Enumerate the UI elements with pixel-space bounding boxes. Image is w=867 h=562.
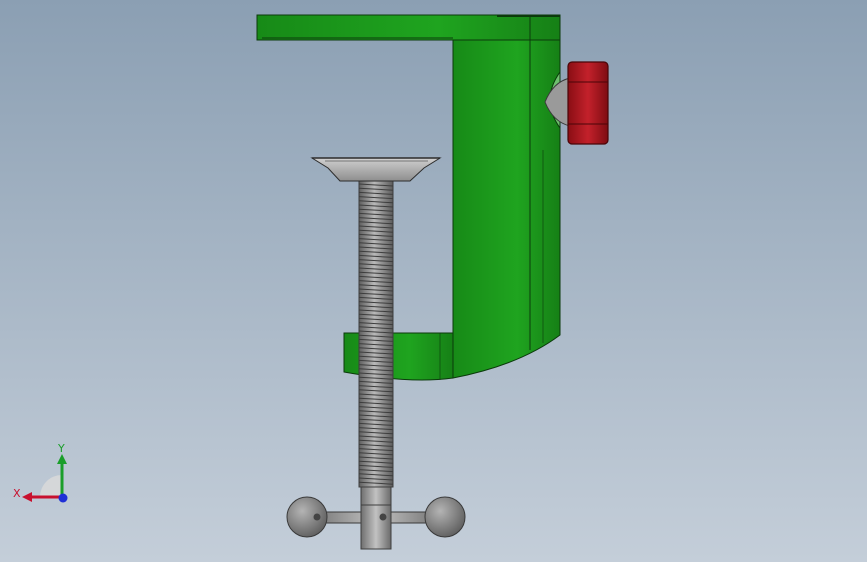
handle-ball-left[interactable]	[286, 496, 328, 538]
triad-y-arrow-icon	[57, 454, 67, 464]
handle-pin-left	[313, 513, 321, 521]
threaded-screw[interactable]	[358, 179, 394, 550]
frame-top-arm[interactable]	[256, 14, 561, 41]
swivel-pad[interactable]	[310, 157, 442, 182]
t-handle[interactable]	[286, 496, 466, 550]
triad-plane-icon	[40, 475, 62, 497]
triad-y-label: Y	[57, 442, 65, 455]
triad-x-label: X	[13, 487, 21, 500]
pad-dish[interactable]	[310, 157, 442, 182]
reference-triad: Y X	[13, 442, 68, 503]
clamp-frame[interactable]	[256, 14, 561, 381]
triad-x-arrow-icon	[22, 492, 32, 502]
handle-pin-center	[379, 513, 387, 521]
handle-hub	[360, 504, 392, 550]
graphics-viewport[interactable]: Y X	[0, 0, 867, 562]
triad-z-axis	[58, 493, 68, 503]
frame-back[interactable]	[452, 39, 561, 379]
knob-body[interactable]	[567, 61, 609, 145]
clamp-model-view[interactable]	[0, 0, 867, 562]
handle-ball-right[interactable]	[424, 496, 466, 538]
